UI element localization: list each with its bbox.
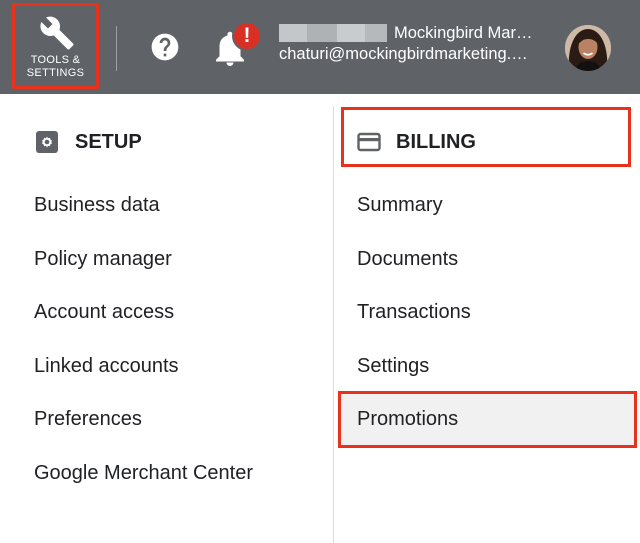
tools-and-settings-button[interactable]: TOOLS & SETTINGS xyxy=(12,3,99,89)
billing-item-documents[interactable]: Documents xyxy=(357,248,458,271)
account-email[interactable]: chaturi@mockingbirdmarketing.… xyxy=(279,45,528,64)
setup-item-linked-accounts[interactable]: Linked accounts xyxy=(34,355,179,378)
avatar[interactable] xyxy=(565,25,611,71)
billing-item-promotions[interactable]: Promotions xyxy=(357,408,458,431)
gear-icon xyxy=(36,131,58,153)
redacted-text xyxy=(279,24,307,42)
header-bar: TOOLS & SETTINGS ! Mockingbird Mar… chat… xyxy=(0,0,640,94)
help-icon xyxy=(151,33,179,61)
setup-item-preferences[interactable]: Preferences xyxy=(34,408,142,431)
billing-item-transactions[interactable]: Transactions xyxy=(357,301,471,324)
alert-badge: ! xyxy=(232,21,262,51)
setup-heading-label: SETUP xyxy=(75,130,142,153)
billing-item-settings[interactable]: Settings xyxy=(357,355,429,378)
credit-card-icon xyxy=(357,131,381,153)
setup-item-google-merchant-center[interactable]: Google Merchant Center xyxy=(34,462,253,485)
help-button[interactable] xyxy=(149,31,181,63)
setup-item-account-access[interactable]: Account access xyxy=(34,301,174,324)
redacted-text xyxy=(337,24,365,42)
header-divider xyxy=(116,26,117,71)
billing-heading: BILLING xyxy=(357,126,476,158)
setup-heading: SETUP xyxy=(36,126,142,158)
redacted-text xyxy=(307,24,337,42)
redacted-text xyxy=(365,24,387,42)
setup-item-policy-manager[interactable]: Policy manager xyxy=(34,248,172,271)
setup-item-business-data[interactable]: Business data xyxy=(34,194,160,217)
billing-item-summary[interactable]: Summary xyxy=(357,194,443,217)
account-name[interactable]: Mockingbird Mar… xyxy=(394,24,532,43)
wrench-icon xyxy=(40,16,74,50)
tools-and-settings-label: TOOLS & SETTINGS xyxy=(26,54,85,79)
column-divider xyxy=(333,106,334,543)
billing-heading-label: BILLING xyxy=(396,130,476,153)
